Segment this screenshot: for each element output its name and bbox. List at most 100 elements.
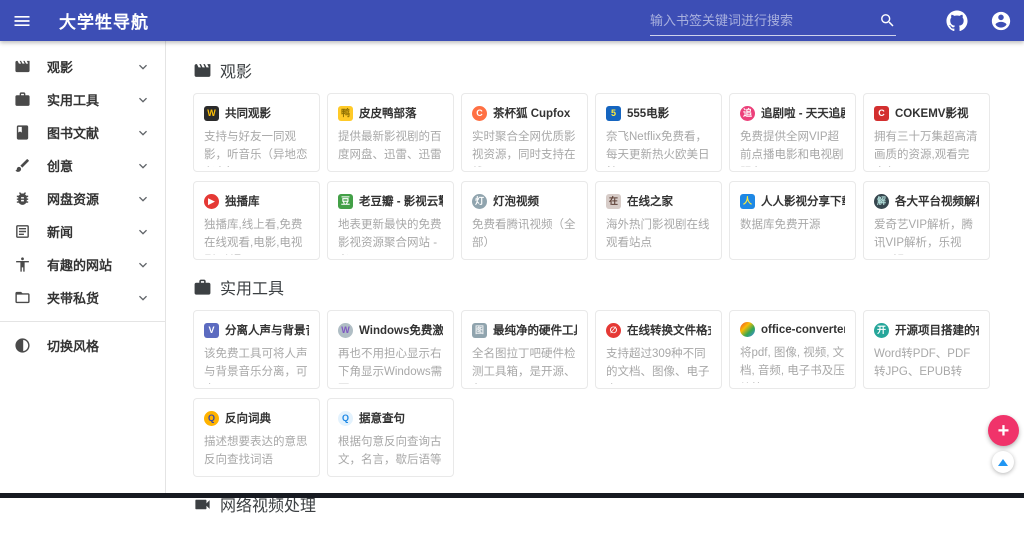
bookmark-card[interactable]: 开 开源项目搭建的在... Word转PDF、PDF转JPG、EPUB转MOBI…: [863, 310, 990, 389]
main-content: 观影 W 共同观影 支持与好友一同观影，听音乐（异地恋必备） 鸭 皮皮鸭部落 提…: [166, 41, 1024, 542]
card-description: 地表更新最快的免费影视资源聚合网站 - 老豆...: [338, 217, 443, 255]
menu-icon[interactable]: [12, 11, 32, 31]
sidebar-item-6[interactable]: 新闻: [0, 215, 165, 248]
bottom-edge-bar: [0, 493, 1024, 498]
bookmark-card[interactable]: 灯 灯泡视频 免费看腾讯视频（全部）: [461, 181, 588, 260]
arrow-up-icon: [998, 459, 1008, 466]
site-favicon-icon: 灯: [472, 194, 487, 209]
card-title: office-converter: [761, 324, 845, 336]
bookmark-card[interactable]: 解 各大平台视频解析 爱奇艺VIP解析，腾讯VIP解析，乐视VIP解...: [863, 181, 990, 260]
card-title: Windows免费激活: [359, 322, 443, 338]
contrast-icon: [14, 337, 31, 354]
brush-icon: [14, 157, 31, 174]
bookmark-card[interactable]: Q 据意查句 根据句意反向查询古文，名言，歇后语等: [327, 398, 454, 477]
card-title-row: W 共同观影: [204, 105, 309, 121]
card-title-row: 鸭 皮皮鸭部落: [338, 105, 443, 121]
sidebar-item-3[interactable]: 图书文献: [0, 116, 165, 149]
search-icon[interactable]: [879, 12, 896, 29]
sidebar-nav: 观影 实用工具 图书文献 创意 网盘资源 新闻 有趣的网站 夹带私货: [0, 50, 165, 314]
sidebar-item-theme-toggle[interactable]: 切换风格: [0, 329, 165, 362]
card-title: 开源项目搭建的在...: [895, 322, 979, 338]
github-icon[interactable]: [946, 10, 968, 32]
movie-icon: [14, 58, 31, 75]
bookmark-card[interactable]: 图 最纯净的硬件工具箱 全名图拉丁吧硬件检测工具箱，是开源、免...: [461, 310, 588, 389]
bookmark-section: 观影 W 共同观影 支持与好友一同观影，听音乐（异地恋必备） 鸭 皮皮鸭部落 提…: [193, 58, 994, 260]
card-title-row: 豆 老豆瓣 - 影视云擎: [338, 193, 443, 209]
sidebar-item-4[interactable]: 创意: [0, 149, 165, 182]
add-bookmark-button[interactable]: +: [988, 415, 1019, 446]
sidebar-item-7[interactable]: 有趣的网站: [0, 248, 165, 281]
card-title-row: Q 反向词典: [204, 410, 309, 426]
sidebar-item-label: 实用工具: [47, 90, 135, 109]
card-title-row: 5 555电影: [606, 105, 711, 121]
card-title-row: 在 在线之家: [606, 193, 711, 209]
card-description: 支持超过309种不同的文档、图像、电子表...: [606, 346, 711, 384]
bookmark-card[interactable]: W 共同观影 支持与好友一同观影，听音乐（异地恋必备）: [193, 93, 320, 172]
sidebar-item-1[interactable]: 观影: [0, 50, 165, 83]
bookmark-card[interactable]: ∅ 在线转换文件格式 支持超过309种不同的文档、图像、电子表...: [595, 310, 722, 389]
bookmark-card[interactable]: 鸭 皮皮鸭部落 提供最新影视剧的百度网盘、迅雷、迅雷云...: [327, 93, 454, 172]
bookmark-card[interactable]: W Windows免费激活 再也不用担心显示右下角显示Windows需要...: [327, 310, 454, 389]
card-title-row: C COKEMV影视: [874, 105, 979, 121]
bookmark-card[interactable]: V 分离人声与背景音乐 该免费工具可将人声与背景音乐分离，可自...: [193, 310, 320, 389]
site-favicon-icon: ∅: [606, 323, 621, 338]
sidebar-item-5[interactable]: 网盘资源: [0, 182, 165, 215]
site-favicon-icon: 鸭: [338, 106, 353, 121]
site-favicon-icon: 追: [740, 106, 755, 121]
chevron-down-icon: [135, 59, 151, 75]
search-input[interactable]: [650, 13, 879, 28]
card-description: 免费提供全网VIP超前点播电影和电视剧服务,...: [740, 129, 845, 167]
site-favicon-icon: Q: [338, 411, 353, 426]
bookmark-card[interactable]: C 茶杯狐 Cupfox 实时聚合全网优质影视资源，同时支持在线...: [461, 93, 588, 172]
chevron-down-icon: [135, 191, 151, 207]
chevron-down-icon: [135, 290, 151, 306]
card-description: 数据库免费开源: [740, 217, 845, 255]
bookmark-card[interactable]: office-converter 将pdf, 图像, 视频, 文档, 音频, 电…: [729, 310, 856, 389]
bookmark-card[interactable]: 5 555电影 奈飞Netflix免费看，每天更新热火欧美日韩...: [595, 93, 722, 172]
card-description: 免费看腾讯视频（全部）: [472, 217, 577, 255]
card-description: Word转PDF、PDF转JPG、EPUB转MOBI、...: [874, 346, 979, 384]
bookmark-card[interactable]: Q 反向词典 描述想要表达的意思反向查找词语: [193, 398, 320, 477]
section-title: 实用工具: [220, 275, 284, 299]
card-description: 实时聚合全网优质影视资源，同时支持在线...: [472, 129, 577, 167]
card-description: 全名图拉丁吧硬件检测工具箱，是开源、免...: [472, 346, 577, 384]
sidebar-item-2[interactable]: 实用工具: [0, 83, 165, 116]
card-title-row: ∅ 在线转换文件格式: [606, 322, 711, 338]
bookmark-section: 实用工具 V 分离人声与背景音乐 该免费工具可将人声与背景音乐分离，可自... …: [193, 275, 994, 477]
account-icon[interactable]: [990, 10, 1012, 32]
sidebar-item-8[interactable]: 夹带私货: [0, 281, 165, 314]
card-grid: W 共同观影 支持与好友一同观影，听音乐（异地恋必备） 鸭 皮皮鸭部落 提供最新…: [193, 93, 994, 260]
app-title: 大学牲导航: [59, 8, 149, 33]
bookmark-card[interactable]: 在 在线之家 海外热门影视剧在线观看站点: [595, 181, 722, 260]
bookmark-card[interactable]: 豆 老豆瓣 - 影视云擎 地表更新最快的免费影视资源聚合网站 - 老豆...: [327, 181, 454, 260]
bookmark-card[interactable]: ▶ 独播库 独播库,线上看,免费在线观看,电影,电视剧,动漫,...: [193, 181, 320, 260]
bookmark-card[interactable]: 追 追剧啦 - 天天追剧... 免费提供全网VIP超前点播电影和电视剧服务,..…: [729, 93, 856, 172]
card-description: 再也不用担心显示右下角显示Windows需要...: [338, 346, 443, 384]
chevron-down-icon: [135, 92, 151, 108]
sidebar-item-label: 新闻: [47, 222, 135, 241]
sidebar-item-label: 有趣的网站: [47, 255, 135, 274]
card-description: 描述想要表达的意思反向查找词语: [204, 434, 309, 472]
card-title: 反向词典: [225, 410, 271, 426]
card-description: 拥有三十万集超高清画质的资源,观看完全免...: [874, 129, 979, 167]
scroll-to-top-button[interactable]: [992, 451, 1014, 473]
folder-icon: [14, 289, 31, 306]
card-title: 在线之家: [627, 193, 673, 209]
site-favicon-icon: C: [472, 106, 487, 121]
bookmark-card[interactable]: C COKEMV影视 拥有三十万集超高清画质的资源,观看完全免...: [863, 93, 990, 172]
card-title: 共同观影: [225, 105, 271, 121]
sidebar-item-label: 图书文献: [47, 123, 135, 142]
sidebar-divider: [0, 321, 165, 322]
bookmark-card[interactable]: 人 人人影视分享下载站 数据库免费开源: [729, 181, 856, 260]
card-title-row: W Windows免费激活: [338, 322, 443, 338]
card-title: 各大平台视频解析: [895, 193, 979, 209]
card-title-row: ▶ 独播库: [204, 193, 309, 209]
sidebar-item-label: 切换风格: [47, 336, 151, 355]
sidebar-item-label: 夹带私货: [47, 288, 135, 307]
card-title: 灯泡视频: [493, 193, 539, 209]
site-favicon-icon: 图: [472, 323, 487, 338]
news-icon: [14, 223, 31, 240]
site-favicon-icon: 人: [740, 194, 755, 209]
card-description: 提供最新影视剧的百度网盘、迅雷、迅雷云...: [338, 129, 443, 167]
site-favicon-icon: Q: [204, 411, 219, 426]
